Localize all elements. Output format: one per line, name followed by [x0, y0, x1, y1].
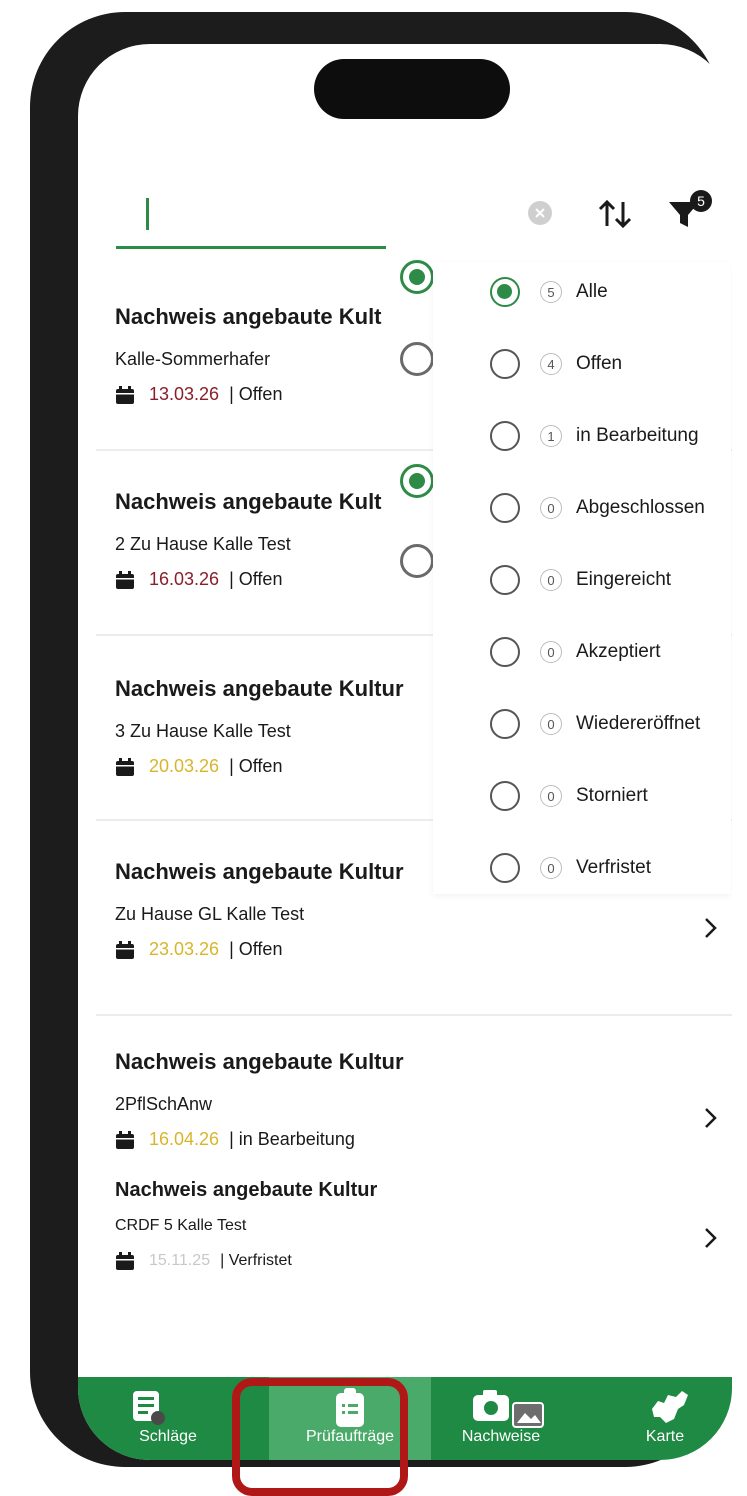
option-label: Akzeptiert — [576, 641, 661, 662]
tab-label: Schläge — [139, 1428, 197, 1445]
sort-icon[interactable] — [595, 194, 635, 234]
card-date: 15.11.25 — [149, 1252, 211, 1269]
app-screen: 5 Nachweis angebaute Kult Kalle-Sommerhaf… — [78, 44, 732, 1460]
filter-option[interactable]: 0 Verfristet — [433, 838, 731, 898]
text-cursor — [146, 198, 149, 230]
card-meta: 13.03.26 | Offen — [115, 384, 282, 405]
option-count: 4 — [540, 353, 562, 375]
radio-button[interactable] — [490, 853, 520, 883]
card-date: 23.03.26 — [149, 939, 220, 959]
option-label: Abgeschlossen — [576, 497, 705, 518]
calendar-icon — [116, 940, 134, 959]
tab-label: Nachweise — [461, 1428, 541, 1445]
status-filter-dropdown[interactable]: 5 Alle 4 Offen 1 in Bearbeitung 0 Abgeschlossen… — [433, 262, 731, 894]
card-status: | Offen — [229, 384, 283, 404]
ghost-radio — [400, 544, 434, 578]
radio-button[interactable] — [490, 493, 520, 523]
option-count: 5 — [540, 281, 562, 303]
search-input[interactable] — [116, 194, 386, 249]
calendar-icon — [116, 385, 134, 404]
ghost-radio-selected — [400, 464, 434, 498]
card-subtitle: 2 Zu Hause Kalle Test — [115, 534, 291, 554]
filter-option[interactable]: 1 in Bearbeitung — [433, 406, 731, 466]
list-divider — [96, 1014, 732, 1016]
card-status: | Offen — [229, 569, 283, 589]
card-date: 13.03.26 — [149, 384, 220, 404]
card-status: | Verfristet — [220, 1252, 292, 1269]
tab-karte[interactable]: Karte — [598, 1377, 732, 1460]
radio-button[interactable] — [490, 709, 520, 739]
card-date: 16.03.26 — [149, 569, 220, 589]
card-title: Nachweis angebaute Kult — [115, 489, 382, 514]
filter-option[interactable]: 4 Offen — [433, 334, 731, 394]
radio-button[interactable] — [490, 349, 520, 379]
option-label: Wiedereröffnet — [576, 713, 701, 734]
card-title: Nachweis angebaute Kultur — [115, 676, 404, 701]
card-meta: 16.03.26 | Offen — [115, 569, 282, 590]
option-label: Alle — [576, 281, 608, 302]
card-meta: 20.03.26 | Offen — [115, 756, 282, 777]
card-title: Nachweis angebaute Kult — [115, 304, 382, 329]
card-status: | Offen — [229, 939, 283, 959]
filter-option[interactable]: 0 Akzeptiert — [433, 622, 731, 682]
card-subtitle: 3 Zu Hause Kalle Test — [115, 721, 291, 741]
option-label: Verfristet — [576, 857, 651, 878]
chevron-right-icon[interactable] — [704, 917, 718, 939]
card-title: Nachweis angebaute Kultur — [115, 1049, 404, 1074]
card-meta: 16.04.26 | in Bearbeitung — [115, 1129, 355, 1150]
option-count: 0 — [540, 641, 562, 663]
card-date: 20.03.26 — [149, 756, 220, 776]
calendar-icon — [116, 757, 134, 776]
option-label: Eingereicht — [576, 569, 672, 590]
radio-button[interactable] — [490, 781, 520, 811]
tab-label: Karte — [645, 1428, 685, 1445]
tab-schlaege[interactable]: Schläge — [78, 1377, 258, 1460]
radio-button[interactable] — [490, 637, 520, 667]
option-count: 0 — [540, 569, 562, 591]
radio-button[interactable] — [490, 421, 520, 451]
option-count: 1 — [540, 425, 562, 447]
calendar-icon — [116, 1130, 134, 1149]
option-count: 0 — [540, 713, 562, 735]
fields-list-icon — [133, 1391, 165, 1425]
ghost-radio-selected — [400, 260, 434, 294]
card-subtitle: Kalle-Sommerhafer — [115, 349, 271, 369]
card-subtitle: CRDF 5 Kalle Test — [115, 1217, 247, 1234]
highlight-box — [232, 1378, 408, 1496]
card-status: | Offen — [229, 756, 283, 776]
card-title: Nachweis angebaute Kultur — [115, 1179, 378, 1201]
dynamic-island — [314, 59, 510, 119]
filter-option[interactable]: 5 Alle — [433, 262, 731, 322]
radio-button[interactable] — [490, 565, 520, 595]
option-label: in Bearbeitung — [576, 425, 699, 446]
radio-button[interactable] — [490, 277, 520, 307]
calendar-icon — [116, 1252, 134, 1270]
filter-option[interactable]: 0 Eingereicht — [433, 550, 731, 610]
calendar-icon — [116, 570, 134, 589]
card-subtitle: Zu Hause GL Kalle Test — [115, 904, 305, 924]
option-count: 0 — [540, 497, 562, 519]
chevron-right-icon[interactable] — [704, 1227, 718, 1249]
option-label: Storniert — [576, 785, 648, 806]
option-count: 0 — [540, 785, 562, 807]
card-subtitle: 2PflSchAnw — [115, 1094, 213, 1114]
card-date: 16.04.26 — [149, 1129, 220, 1149]
filter-count-badge: 5 — [690, 190, 712, 212]
filter-option[interactable]: 0 Storniert — [433, 766, 731, 826]
camera-gallery-icon — [473, 1390, 544, 1428]
option-count: 0 — [540, 857, 562, 879]
filter-option[interactable]: 0 Abgeschlossen — [433, 478, 731, 538]
card-meta: 15.11.25 | Verfristet — [115, 1251, 292, 1271]
map-icon — [652, 1391, 688, 1423]
tab-nachweise[interactable]: Nachweise — [431, 1377, 571, 1460]
card-meta: 23.03.26 | Offen — [115, 939, 282, 960]
card-status: | in Bearbeitung — [229, 1129, 355, 1149]
chevron-right-icon[interactable] — [704, 1107, 718, 1129]
filter-option[interactable]: 0 Wiedereröffnet — [433, 694, 731, 754]
phone-frame: 5 Nachweis angebaute Kult Kalle-Sommerhaf… — [30, 12, 732, 1467]
card-title: Nachweis angebaute Kultur — [115, 859, 404, 884]
ghost-radio — [400, 342, 434, 376]
clear-icon[interactable] — [528, 201, 552, 225]
option-label: Offen — [576, 353, 623, 374]
